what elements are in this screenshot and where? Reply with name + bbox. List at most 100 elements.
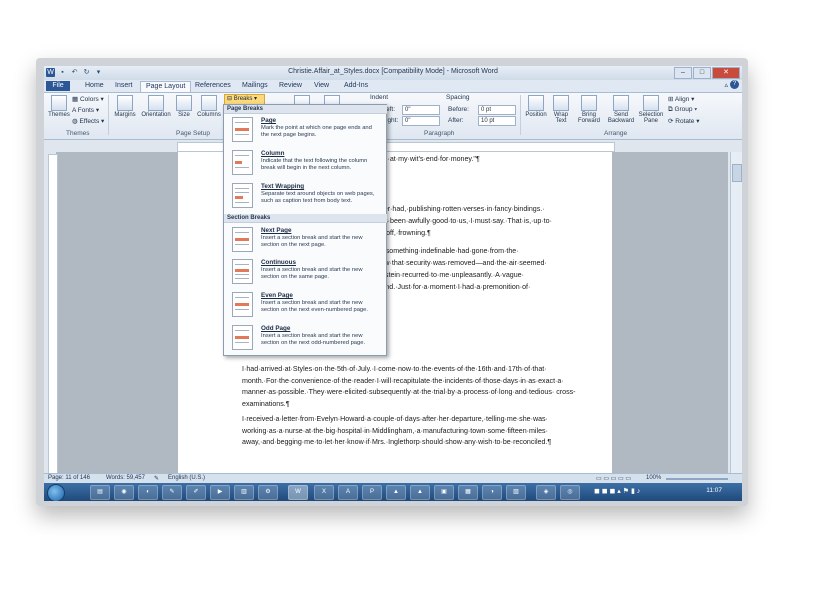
breaks-label: Breaks [233, 96, 253, 102]
close-button[interactable]: ✕ [712, 67, 740, 79]
fonts-label: Fonts [77, 107, 95, 114]
network-icon[interactable]: ◈ [536, 485, 556, 500]
arrange-group-label: Arrange [604, 130, 628, 137]
bring-forward-label: Bring Forward [577, 112, 600, 124]
media-player-icon[interactable]: ▶ [210, 485, 230, 500]
bring-forward-button[interactable]: Bring Forward [574, 95, 604, 124]
themes-button[interactable]: Themes [48, 95, 70, 118]
tab-page-layout[interactable]: Page Layout [140, 81, 192, 92]
title-bar: W ▪ ↶ ↻ ▾ Christie.Affair_at_Styles.docx… [44, 66, 742, 80]
app-icon[interactable]: ◎ [560, 485, 580, 500]
zoom-slider[interactable] [666, 478, 728, 480]
continuous-break-icon [232, 259, 253, 284]
effects-button[interactable]: ◍ Effects ▾ [72, 117, 104, 125]
colors-label: Colors [79, 96, 99, 103]
group-button[interactable]: ⧉ Group ▾ [668, 106, 697, 114]
explorer-icon[interactable]: ▤ [90, 485, 110, 500]
system-tray-icons[interactable]: ◼ ◼ ◼ ▴ ⚑ ▮ ♪ [594, 487, 640, 495]
selection-pane-label: Selection Pane [638, 112, 664, 124]
next-page-break-icon [232, 227, 253, 252]
zoom-level[interactable]: 100% [646, 475, 661, 481]
breaks-item-title: Even Page [261, 292, 293, 299]
vertical-scrollbar[interactable] [730, 152, 742, 490]
breaks-item-column[interactable]: Column Indicate that the text following … [224, 148, 384, 178]
breaks-item-even-page[interactable]: Even Page Insert a section break and sta… [224, 290, 384, 320]
rdp-icon[interactable]: ▣ [434, 485, 454, 500]
rotate-button[interactable]: ⟳ Rotate ▾ [668, 117, 700, 125]
spacing-before-input[interactable]: 0 pt [478, 105, 516, 115]
size-button[interactable]: Size [175, 95, 193, 118]
send-backward-button[interactable]: Send Backward [606, 95, 636, 124]
position-button[interactable]: Position [523, 95, 549, 118]
breaks-item-continuous[interactable]: Continuous Insert a section break and st… [224, 257, 384, 287]
folder-icon[interactable]: ▥ [234, 485, 254, 500]
colors-button[interactable]: ▦ Colors ▾ [72, 95, 104, 103]
wrap-text-button[interactable]: Wrap Text [551, 95, 571, 124]
doc-fragment: he·ever·had,·publishing·rotten·verses·in… [366, 205, 545, 213]
selection-pane-button[interactable]: Selection Pane [638, 95, 664, 124]
minimize-ribbon-icon[interactable]: ▵ [724, 81, 728, 89]
access-taskbar-icon[interactable]: A [338, 485, 358, 500]
tab-add-ins[interactable]: Add-Ins [339, 81, 373, 91]
tab-file[interactable]: File [46, 81, 70, 91]
indent-right-label: ight: [386, 117, 399, 124]
orientation-button[interactable]: Orientation [140, 95, 172, 118]
breaks-item-title: Continuous [261, 259, 296, 266]
terminal-icon[interactable]: ▦ [458, 485, 478, 500]
body-paragraph: I·had·arrived·at·Styles·on·the·5th·of·Ju… [242, 365, 576, 408]
themes-group-label: Themes [66, 130, 90, 137]
tab-review[interactable]: Review [274, 81, 307, 91]
body-paragraph: I·received·a·letter·from·Evelyn·Howard·a… [242, 415, 552, 446]
start-button[interactable] [47, 484, 65, 501]
proofing-icon[interactable]: ✎ [154, 475, 159, 482]
word-count[interactable]: Words: 59,457 [106, 475, 145, 481]
settings-icon[interactable]: ⚙ [258, 485, 278, 500]
page-breaks-header: Page Breaks [224, 105, 387, 114]
taskbar-clock[interactable]: 11:07 [706, 487, 722, 494]
tab-references[interactable]: References [190, 81, 236, 91]
spacing-after-input[interactable]: 10 pt [478, 116, 516, 126]
spacing-heading: Spacing [446, 94, 470, 101]
breaks-item-odd-page[interactable]: Odd Page Insert a section break and star… [224, 323, 384, 353]
margins-button[interactable]: Margins [112, 95, 138, 118]
chrome-icon[interactable]: ◉ [114, 485, 134, 500]
breaks-item-description: Insert a section break and start the new… [261, 333, 366, 347]
windows-taskbar: ▤ ◉ ◐ ✎ ✐ ▶ ▥ ⚙ W X A P ▲ ▲ ▣ ▦ ◑ ▨ ◈ ◎ … [44, 483, 742, 501]
pen-icon[interactable]: ✐ [186, 485, 206, 500]
tab-mailings[interactable]: Mailings [237, 81, 273, 91]
ribbon-separator [108, 95, 109, 135]
breaks-item-page[interactable]: Page Mark the point at which one page en… [224, 115, 384, 145]
word-taskbar-icon[interactable]: W [288, 485, 308, 500]
page-count[interactable]: Page: 11 of 146 [48, 475, 90, 481]
minimize-button[interactable]: – [674, 67, 692, 79]
acrobat-icon[interactable]: ▲ [386, 485, 406, 500]
vertical-ruler[interactable] [48, 154, 58, 486]
excel-taskbar-icon[interactable]: X [314, 485, 334, 500]
powerpoint-taskbar-icon[interactable]: P [362, 485, 382, 500]
indent-left-input[interactable]: 0" [402, 105, 440, 115]
columns-button[interactable]: Columns [196, 95, 222, 118]
wrap-text-icon [553, 95, 569, 111]
tab-view[interactable]: View [309, 81, 334, 91]
rotate-label: Rotate [675, 118, 695, 125]
breaks-item-next-page[interactable]: Next Page Insert a section break and sta… [224, 225, 384, 255]
breaks-item-text-wrapping[interactable]: Text Wrapping Separate text around objec… [224, 181, 384, 211]
firefox-icon[interactable]: ◐ [138, 485, 158, 500]
position-icon [528, 95, 544, 111]
paint-icon[interactable]: ✎ [162, 485, 182, 500]
fonts-button[interactable]: A Fonts ▾ [72, 106, 99, 114]
tab-home[interactable]: Home [80, 81, 109, 91]
align-button[interactable]: ⊞ Align ▾ [668, 95, 694, 103]
help-icon[interactable]: ? [730, 80, 739, 89]
gimp-icon[interactable]: ◑ [482, 485, 502, 500]
tab-insert[interactable]: Insert [110, 81, 138, 91]
image-viewer-icon[interactable]: ▨ [506, 485, 526, 500]
even-page-break-icon [232, 292, 253, 317]
acrobat-2-icon[interactable]: ▲ [410, 485, 430, 500]
language-indicator[interactable]: English (U.S.) [168, 475, 205, 481]
margins-icon [117, 95, 133, 111]
indent-right-input[interactable]: 0" [402, 116, 440, 126]
maximize-button[interactable]: □ [693, 67, 711, 79]
view-buttons[interactable]: ▭ ▭ ▭ ▭ ▭ [596, 475, 631, 482]
scrollbar-thumb[interactable] [732, 164, 742, 182]
